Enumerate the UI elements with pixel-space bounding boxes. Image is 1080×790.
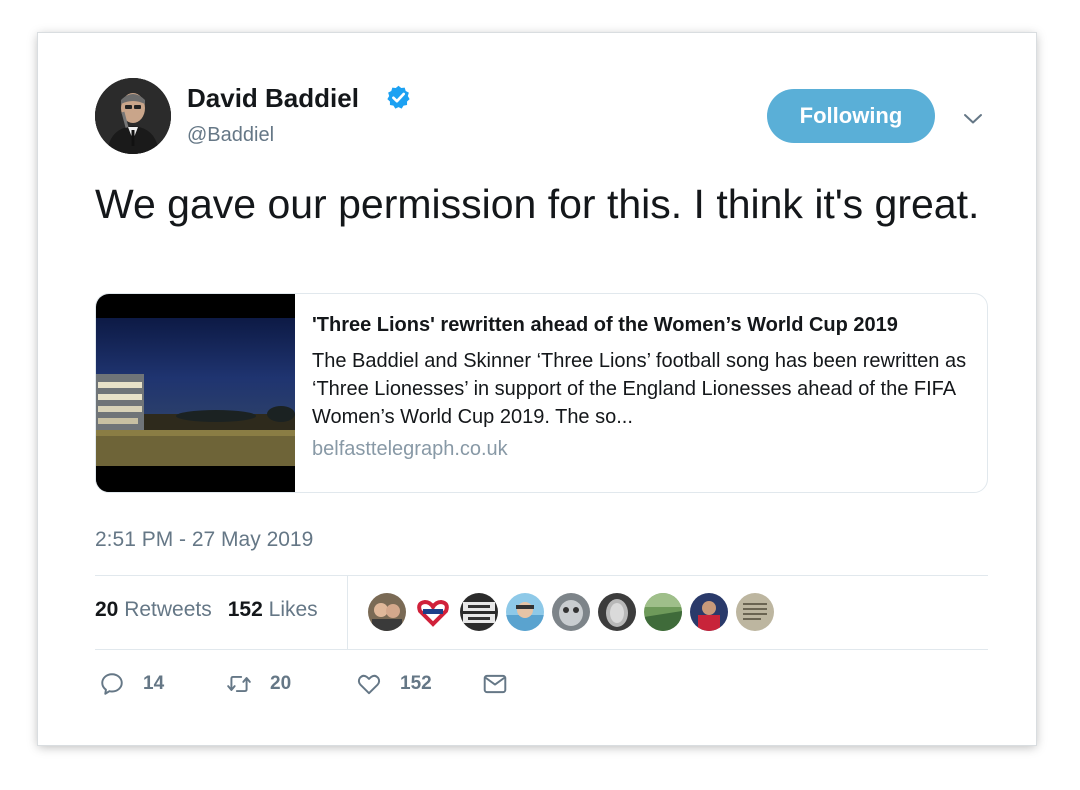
link-domain[interactable]: belfasttelegraph.co.uk (312, 438, 508, 461)
liker-avatar[interactable] (459, 592, 499, 632)
likes-count[interactable]: 152 (228, 598, 263, 621)
divider (95, 649, 988, 650)
like-count: 152 (400, 673, 432, 694)
liker-avatar[interactable] (689, 592, 729, 632)
link-preview-image (96, 294, 295, 492)
page: David Baddiel @Baddiel Following We gave… (0, 0, 1080, 790)
link-title[interactable]: 'Three Lions' rewritten ahead of the Wom… (312, 314, 898, 337)
liker-avatar[interactable] (643, 592, 683, 632)
verified-badge-icon (387, 85, 410, 109)
retweets-count[interactable]: 20 (95, 598, 118, 621)
retweet-icon (227, 675, 251, 693)
timestamp[interactable]: 2:51 PM - 27 May 2019 (95, 528, 313, 552)
following-button[interactable]: Following (767, 89, 935, 143)
tweet-text: We gave our permission for this. I think… (95, 181, 980, 227)
reply-icon (101, 673, 123, 695)
like-button[interactable]: 152 (356, 670, 432, 698)
liker-avatar[interactable] (505, 592, 545, 632)
envelope-icon (483, 674, 507, 694)
direct-message-button[interactable] (482, 670, 508, 698)
avatar[interactable] (95, 78, 171, 154)
retweets-label[interactable]: Retweets (124, 598, 212, 621)
likes-label[interactable]: Likes (269, 598, 318, 621)
retweet-button[interactable]: 20 (226, 670, 291, 698)
stats-separator (347, 576, 348, 649)
liker-avatar[interactable] (735, 592, 775, 632)
link-description: The Baddiel and Skinner ‘Three Lions’ fo… (312, 350, 967, 428)
retweet-count: 20 (270, 673, 292, 694)
reply-count: 14 (143, 673, 165, 694)
tweet-card: David Baddiel @Baddiel Following We gave… (38, 33, 1036, 745)
liker-avatar[interactable] (367, 592, 407, 632)
reply-button[interactable]: 14 (99, 670, 164, 698)
liker-avatar[interactable] (413, 592, 453, 632)
liker-avatar[interactable] (597, 592, 637, 632)
handle[interactable]: @Baddiel (187, 124, 274, 147)
link-preview-card[interactable]: 'Three Lions' rewritten ahead of the Wom… (95, 293, 988, 493)
chevron-down-icon[interactable] (961, 107, 985, 131)
engagement-stats: 20 Retweets 152 Likes (95, 598, 318, 622)
divider (95, 575, 988, 576)
liker-avatar[interactable] (551, 592, 591, 632)
heart-icon (357, 674, 381, 695)
display-name[interactable]: David Baddiel (187, 83, 359, 114)
